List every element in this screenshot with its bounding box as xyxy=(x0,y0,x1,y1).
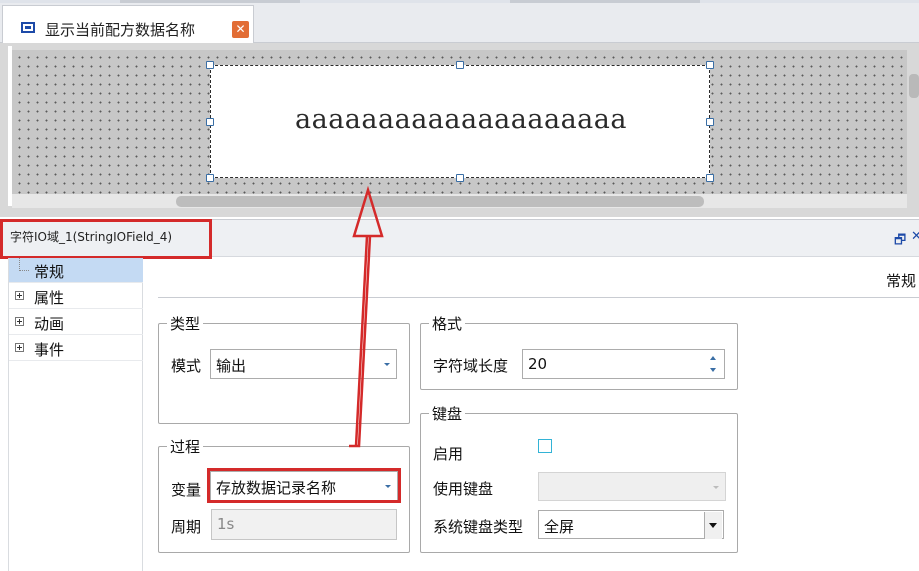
document-tab[interactable]: 显示当前配方数据名称 ✕ xyxy=(2,5,254,44)
tree-item-general[interactable]: 常规 xyxy=(9,258,143,283)
resize-handle-left[interactable] xyxy=(206,118,214,126)
cycle-label: 周期 xyxy=(171,518,202,536)
resize-handle-top[interactable] xyxy=(456,61,464,69)
horizontal-scrollbar-thumb[interactable] xyxy=(176,196,704,207)
annotation-box-object-title xyxy=(0,219,212,259)
use-keyboard-dropdown[interactable] xyxy=(538,472,726,501)
tree-item-events[interactable]: 事件 xyxy=(9,336,143,361)
chevron-down-icon xyxy=(713,486,719,489)
expand-icon[interactable] xyxy=(15,317,24,326)
tree-item-label: 常规 xyxy=(34,263,65,281)
vertical-scrollbar-thumb[interactable] xyxy=(909,74,919,98)
property-category-tree: 常规 属性 动画 事件 xyxy=(8,258,143,571)
enable-label: 启用 xyxy=(433,445,464,463)
string-length-value: 20 xyxy=(528,355,548,373)
tree-item-label: 属性 xyxy=(34,289,65,307)
keyboard-group-title: 键盘 xyxy=(429,403,466,424)
expand-icon[interactable] xyxy=(15,343,24,352)
close-panel-icon[interactable]: ✕ xyxy=(911,229,919,244)
mode-dropdown[interactable]: 输出 xyxy=(210,349,397,379)
expand-icon[interactable] xyxy=(15,291,24,300)
mode-label: 模式 xyxy=(171,357,202,375)
spin-down-icon[interactable] xyxy=(710,368,716,372)
resize-handle-bottom-right[interactable] xyxy=(706,174,714,182)
variable-label: 变量 xyxy=(171,481,202,499)
chevron-down-icon[interactable] xyxy=(704,512,722,539)
enable-checkbox[interactable] xyxy=(538,439,552,453)
restore-window-icon[interactable]: 🗗 xyxy=(894,231,906,253)
section-divider xyxy=(158,297,919,298)
close-tab-icon[interactable]: ✕ xyxy=(232,21,249,38)
tree-item-label: 事件 xyxy=(34,341,65,359)
document-tab-title: 显示当前配方数据名称 xyxy=(45,21,196,39)
chevron-down-icon xyxy=(384,363,390,366)
system-keyboard-type-select[interactable]: 全屏 xyxy=(538,510,724,539)
tree-item-label: 动画 xyxy=(34,315,65,333)
section-label: 常规 xyxy=(886,272,917,290)
string-length-spinner[interactable]: 20 xyxy=(522,349,725,379)
cycle-field[interactable]: 1s xyxy=(211,509,397,540)
process-group-title: 过程 xyxy=(167,436,204,457)
system-keyboard-type-label: 系统键盘类型 xyxy=(433,518,524,536)
screen-icon xyxy=(21,22,35,33)
cycle-value: 1s xyxy=(217,515,235,533)
string-io-field[interactable]: aaaaaaaaaaaaaaaaaaaa xyxy=(210,65,710,178)
annotation-box-variable xyxy=(207,468,401,503)
mode-value: 输出 xyxy=(216,357,247,375)
resize-handle-bottom-left[interactable] xyxy=(206,174,214,182)
tree-item-animation[interactable]: 动画 xyxy=(9,310,143,335)
resize-handle-top-right[interactable] xyxy=(706,61,714,69)
string-length-label: 字符域长度 xyxy=(433,357,509,375)
tree-item-properties[interactable]: 属性 xyxy=(9,284,143,309)
spin-up-icon[interactable] xyxy=(710,356,716,360)
resize-handle-bottom[interactable] xyxy=(456,174,464,182)
system-keyboard-type-value: 全屏 xyxy=(544,518,575,536)
io-field-text: aaaaaaaaaaaaaaaaaaaa xyxy=(295,104,627,135)
format-group-title: 格式 xyxy=(429,313,466,334)
type-group-title: 类型 xyxy=(167,313,204,334)
use-keyboard-label: 使用键盘 xyxy=(433,480,494,498)
resize-handle-right[interactable] xyxy=(706,118,714,126)
resize-handle-top-left[interactable] xyxy=(206,61,214,69)
